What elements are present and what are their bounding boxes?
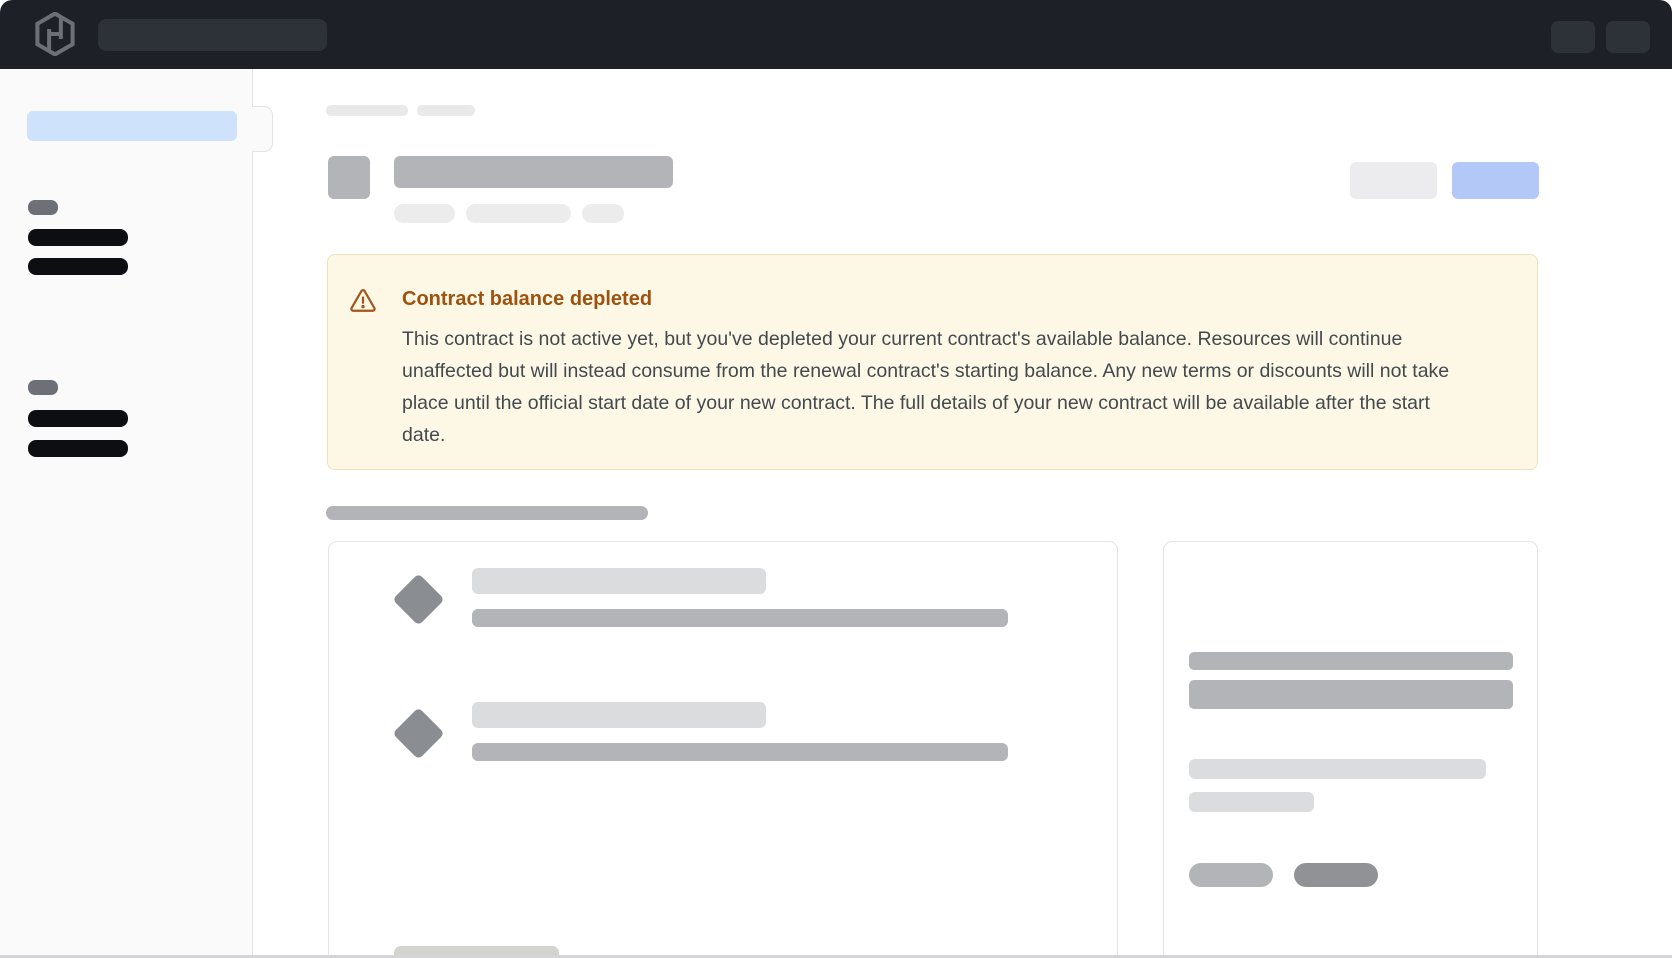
card-heading-skeleton xyxy=(1189,680,1513,709)
resources-card xyxy=(328,541,1118,958)
top-navbar xyxy=(0,0,1672,69)
sidebar-item-skeleton[interactable] xyxy=(28,440,128,457)
sidebar-item-skeleton[interactable] xyxy=(28,229,128,246)
meta-pill-skeleton xyxy=(394,204,455,223)
sidebar-section-label-skeleton xyxy=(28,200,58,215)
card-button-skeleton[interactable] xyxy=(1294,863,1378,887)
diamond-icon xyxy=(392,707,444,759)
row-title-skeleton xyxy=(472,568,766,594)
card-heading-skeleton xyxy=(1189,652,1513,670)
row-subtitle-skeleton xyxy=(472,609,1008,627)
card-text-skeleton xyxy=(1189,759,1486,779)
sidebar-collapse-handle[interactable] xyxy=(252,106,273,152)
card-text-skeleton xyxy=(1189,792,1314,812)
hashicorp-logo-icon[interactable] xyxy=(33,12,77,56)
alert-title: Contract balance depleted xyxy=(402,288,652,311)
sidebar-section-label-skeleton xyxy=(28,380,58,395)
row-subtitle-skeleton xyxy=(472,743,1008,761)
sidebar xyxy=(0,69,253,958)
warning-triangle-icon xyxy=(349,287,377,315)
contract-balance-alert: Contract balance depleted This contract … xyxy=(327,254,1538,470)
sidebar-active-item-skeleton[interactable] xyxy=(27,111,237,141)
page-icon-skeleton xyxy=(328,156,370,199)
breadcrumb-skeleton xyxy=(417,105,475,116)
app-window: Contract balance depleted This contract … xyxy=(0,0,1672,958)
main-content: Contract balance depleted This contract … xyxy=(254,69,1672,958)
row-title-skeleton xyxy=(472,702,766,728)
primary-button-skeleton[interactable] xyxy=(1452,162,1539,199)
search-skeleton[interactable] xyxy=(98,19,327,51)
nav-action-button-1[interactable] xyxy=(1551,21,1595,53)
summary-card xyxy=(1163,541,1538,958)
alert-body: This contract is not active yet, but you… xyxy=(402,323,1477,451)
breadcrumb-skeleton xyxy=(326,105,408,116)
secondary-button-skeleton[interactable] xyxy=(1350,162,1437,199)
card-button-skeleton[interactable] xyxy=(1189,863,1273,887)
diamond-icon xyxy=(392,573,444,625)
nav-action-button-2[interactable] xyxy=(1606,21,1650,53)
page-title-skeleton xyxy=(394,156,673,188)
section-title-skeleton xyxy=(326,506,648,520)
sidebar-item-skeleton[interactable] xyxy=(28,258,128,275)
meta-pill-skeleton xyxy=(466,204,571,223)
sidebar-item-skeleton[interactable] xyxy=(28,410,128,427)
meta-pill-skeleton xyxy=(582,204,624,223)
